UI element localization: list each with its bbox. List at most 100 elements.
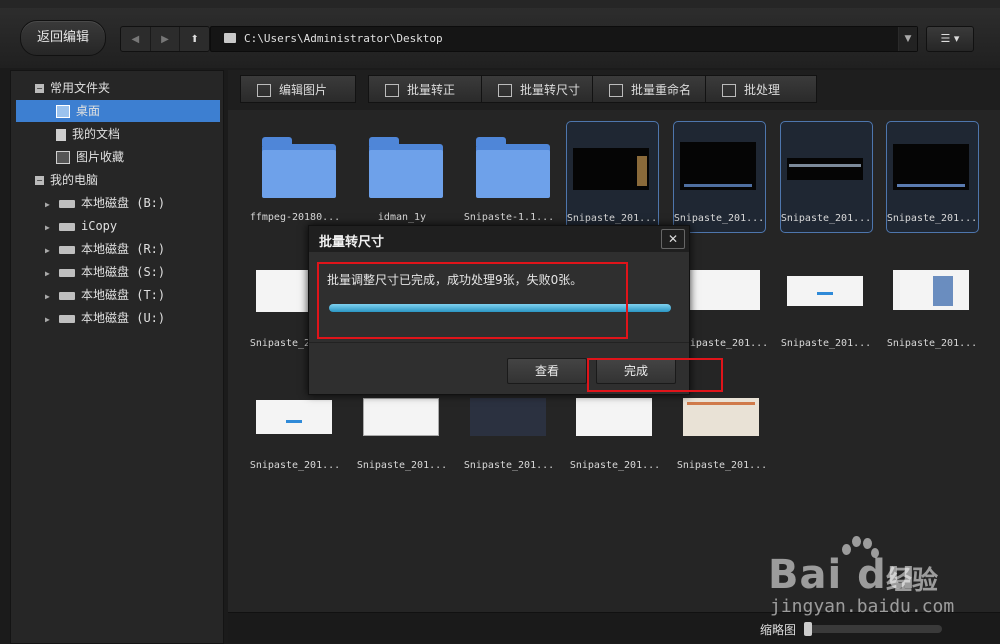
batch-process-button[interactable]: 批处理 (705, 75, 817, 103)
file-tile[interactable]: Snipaste_201... (887, 260, 977, 370)
file-tile[interactable]: Snipaste_201... (673, 121, 766, 233)
hard-disk-icon (59, 245, 75, 254)
sidebar-item-drive-r[interactable]: ▶ 本地磁盘 (R:) (45, 238, 165, 260)
back-arrow-icon[interactable]: ◀ (121, 27, 151, 51)
file-tile[interactable]: Snipaste_201... (464, 392, 554, 502)
image-thumbnail (893, 270, 969, 310)
sidebar-item-computer[interactable]: − 我的电脑 (35, 169, 98, 191)
file-label: Snipaste_201... (886, 213, 978, 224)
sidebar-item-drive-t[interactable]: ▶ 本地磁盘 (T:) (45, 284, 165, 306)
sidebar-item-icopy[interactable]: ▶ iCopy (45, 215, 117, 237)
image-thumbnail (787, 158, 863, 180)
file-label: Snipaste_201... (463, 460, 555, 471)
file-tile[interactable]: Snipaste_201... (781, 260, 871, 370)
jingyan-url: jingyan.baidu.com (770, 596, 955, 617)
batch-icon (722, 84, 736, 97)
path-bar[interactable]: C:\Users\Administrator\Desktop ▼ (210, 26, 918, 52)
batch-rename-button[interactable]: 批量重命名 (592, 75, 706, 103)
hard-disk-icon (59, 199, 75, 208)
button-label: 批量重命名 (631, 83, 692, 97)
button-label: 批处理 (744, 83, 781, 97)
picture-icon (56, 151, 70, 164)
sidebar-item-label: iCopy (81, 219, 118, 233)
list-view-icon: ☰ ▾ (940, 32, 960, 45)
file-label: Snipaste_201... (676, 460, 768, 471)
hard-disk-icon (59, 291, 75, 300)
jingyan-text: 经验 (886, 566, 939, 596)
forward-arrow-icon[interactable]: ▶ (151, 27, 181, 51)
sidebar-item-label: 我的文档 (72, 127, 121, 141)
sidebar-item-label: 常用文件夹 (50, 81, 111, 95)
button-label: 批量转尺寸 (520, 83, 581, 97)
sidebar-item-documents[interactable]: 我的文档 (56, 123, 120, 145)
sidebar-item-favorites[interactable]: − 常用文件夹 (35, 77, 110, 99)
file-tile[interactable]: Snipaste_201... (566, 121, 659, 233)
image-thumbnail (573, 148, 649, 190)
file-label: idman_1y (377, 212, 427, 223)
image-thumbnail (256, 400, 332, 434)
sidebar-item-desktop[interactable]: 桌面 (16, 100, 220, 122)
file-tile[interactable]: idman_1y (357, 120, 447, 230)
batch-rotate-button[interactable]: 批量转正 (368, 75, 482, 103)
file-label: Snipaste_201... (566, 213, 658, 224)
sidebar-item-label: 本地磁盘 (S:) (81, 265, 166, 279)
edit-image-button[interactable]: 编辑图片 (240, 75, 356, 103)
button-label: 批量转正 (407, 83, 456, 97)
file-label: ffmpeg-20180... (249, 212, 341, 223)
sidebar-item-label: 本地磁盘 (B:) (81, 196, 166, 210)
expand-arrow-icon[interactable]: ▶ (45, 263, 55, 285)
sidebar-item-label: 桌面 (76, 104, 101, 118)
expand-arrow-icon[interactable]: ▶ (45, 286, 55, 308)
file-label: Snipaste_201... (780, 338, 872, 349)
sidebar: − 常用文件夹 桌面 我的文档 图片收藏 − 我的电脑 ▶ 本地磁盘 (B:) ▶ iC… (10, 70, 224, 644)
file-tile[interactable]: Snipaste_201... (357, 392, 447, 502)
sidebar-item-label: 我的电脑 (50, 173, 99, 187)
expand-arrow-icon[interactable]: ▶ (45, 194, 55, 216)
image-thumbnail (787, 276, 863, 306)
file-tile[interactable]: Snipaste-1.1... (464, 120, 554, 230)
view-button[interactable]: 查看 (507, 358, 587, 384)
file-label: Snipaste_201... (569, 460, 661, 471)
image-thumbnail (363, 398, 439, 436)
path-dropdown-icon[interactable]: ▼ (898, 27, 917, 51)
sidebar-item-label: 本地磁盘 (R:) (81, 242, 166, 256)
file-tile[interactable]: Snipaste_201... (570, 392, 660, 502)
file-label: Snipaste_201... (249, 460, 341, 471)
view-mode-button[interactable]: ☰ ▾ (926, 26, 974, 52)
dialog-divider (309, 342, 689, 343)
expand-arrow-icon[interactable]: ▶ (45, 240, 55, 262)
dialog-title: 批量转尺寸 (319, 235, 385, 250)
file-tile[interactable]: Snipaste_201... (780, 121, 873, 233)
path-text: C:\Users\Administrator\Desktop (244, 32, 443, 45)
back-to-edit-button[interactable]: 返回编辑 (20, 20, 106, 56)
folder-icon (224, 33, 236, 43)
action-bar: 编辑图片 批量转正 批量转尺寸 批量重命名 批处理 (228, 70, 1000, 110)
collapse-icon[interactable]: − (35, 84, 44, 93)
close-icon[interactable]: ✕ (661, 229, 685, 249)
up-arrow-icon[interactable]: ⬆ (180, 27, 209, 51)
highlight-box-done (587, 358, 723, 392)
hard-disk-icon (59, 222, 75, 231)
file-tile[interactable]: Snipaste_201... (250, 392, 340, 502)
button-label: 编辑图片 (279, 83, 328, 97)
sidebar-item-drive-s[interactable]: ▶ 本地磁盘 (S:) (45, 261, 165, 283)
image-thumbnail (893, 144, 969, 190)
toolbar: 返回编辑 ◀ ▶ ⬆ C:\Users\Administrator\Deskto… (0, 8, 1000, 68)
sidebar-item-drive-u[interactable]: ▶ 本地磁盘 (U:) (45, 307, 165, 329)
expand-arrow-icon[interactable]: ▶ (45, 309, 55, 331)
batch-resize-button[interactable]: 批量转尺寸 (481, 75, 593, 103)
sidebar-item-drive-b[interactable]: ▶ 本地磁盘 (B:) (45, 192, 165, 214)
file-tile[interactable]: ffmpeg-20180... (250, 120, 340, 230)
sidebar-item-label: 本地磁盘 (T:) (81, 288, 166, 302)
file-tile[interactable]: Snipaste_201... (678, 260, 768, 370)
file-tile[interactable]: Snipaste_201... (886, 121, 979, 233)
image-thumbnail (684, 270, 760, 310)
sidebar-item-pictures[interactable]: 图片收藏 (56, 146, 124, 168)
collapse-icon[interactable]: − (35, 176, 44, 185)
file-label: Snipaste_201... (886, 338, 978, 349)
folder-icon (369, 137, 443, 198)
pencil-icon (257, 84, 271, 97)
file-tile[interactable]: Snipaste_201... (677, 392, 767, 502)
baidu-watermark: Bai du 经验 jingyan.baidu.com (756, 530, 1000, 642)
expand-arrow-icon[interactable]: ▶ (45, 217, 55, 239)
